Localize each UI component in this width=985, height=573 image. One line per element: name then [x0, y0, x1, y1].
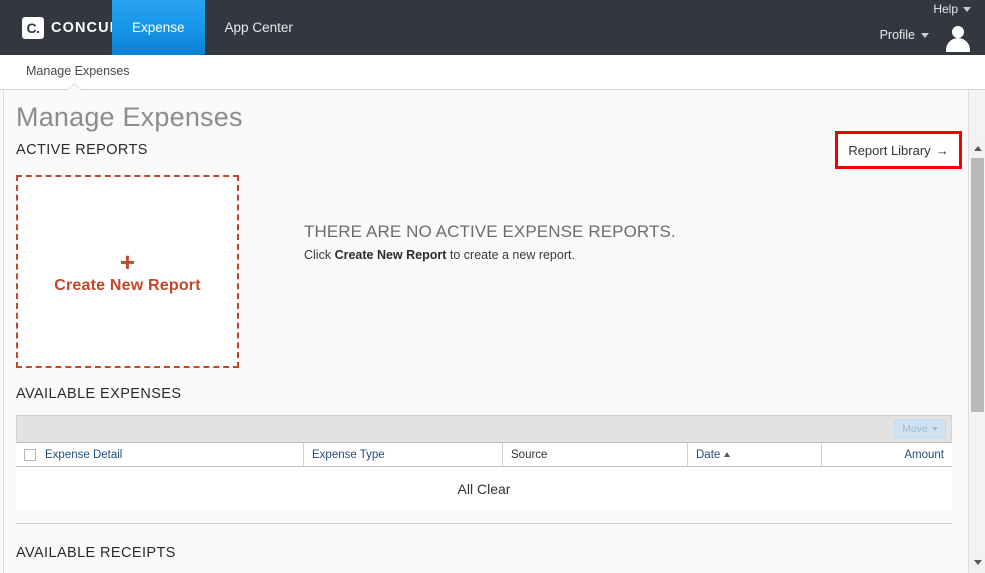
empty-state-headline: THERE ARE NO ACTIVE EXPENSE REPORTS.	[304, 222, 676, 241]
sub-navigation-bar: Manage Expenses	[0, 55, 985, 90]
arrow-right-icon: →	[935, 142, 949, 158]
select-all-checkbox[interactable]	[24, 448, 36, 461]
section-divider	[16, 523, 952, 524]
column-header-expense-detail-label: Expense Detail	[45, 448, 123, 461]
expenses-grid-header: Expense Detail Expense Type Source Date …	[16, 442, 952, 467]
nav-tab-app-center-label: App Center	[224, 20, 293, 35]
help-menu[interactable]: Help	[933, 2, 971, 16]
profile-menu-label: Profile	[879, 28, 915, 42]
empty-state-subtext: Click Create New Report to create a new …	[304, 248, 575, 262]
main-content-area: Manage Expenses ACTIVE REPORTS Report Li…	[3, 90, 985, 573]
move-button-label: Move	[902, 422, 928, 435]
column-header-expense-detail[interactable]: Expense Detail	[16, 443, 304, 466]
scroll-up-icon[interactable]	[970, 140, 985, 156]
subnav-item-manage-expenses-label: Manage Expenses	[26, 64, 130, 78]
concur-logo-mark-icon: C.	[22, 17, 44, 39]
column-header-amount-label: Amount	[904, 448, 944, 461]
move-button[interactable]: Move	[894, 419, 946, 438]
empty-state-sub-prefix: Click	[304, 248, 335, 262]
concur-logo[interactable]: C. CONCUR	[22, 17, 121, 39]
report-library-label: Report Library	[848, 142, 931, 158]
nav-tab-expense-label: Expense	[132, 20, 185, 35]
empty-state-sub-bold: Create New Report	[334, 248, 447, 262]
report-library-button[interactable]: Report Library →	[838, 134, 959, 166]
section-label-available-receipts: AVAILABLE RECEIPTS	[16, 545, 176, 561]
expenses-grid-toolbar: Move	[16, 415, 952, 442]
create-new-report-tile[interactable]: + Create New Report	[16, 175, 239, 368]
page-title: Manage Expenses	[16, 102, 243, 132]
subnav-pointer-icon	[66, 84, 82, 91]
chevron-down-icon	[963, 6, 971, 12]
chevron-down-icon	[921, 32, 929, 38]
section-label-active-reports: ACTIVE REPORTS	[16, 142, 148, 158]
profile-menu[interactable]: Profile	[880, 28, 929, 42]
column-header-source[interactable]: Source	[503, 443, 688, 466]
section-label-available-expenses: AVAILABLE EXPENSES	[16, 386, 182, 402]
concur-expense-app: C. CONCUR Expense App Center Help Profil…	[0, 0, 985, 573]
page-scrollbar[interactable]	[968, 90, 985, 573]
primary-nav-tabs: Expense App Center	[112, 0, 313, 55]
create-new-report-label: Create New Report	[54, 276, 201, 294]
top-navigation-bar: C. CONCUR Expense App Center Help Profil…	[0, 0, 985, 55]
help-menu-label: Help	[933, 2, 958, 16]
nav-tab-expense[interactable]: Expense	[112, 0, 205, 55]
nav-tab-app-center[interactable]: App Center	[205, 0, 313, 55]
scroll-down-icon[interactable]	[970, 554, 985, 570]
grid-empty-message: All Clear	[457, 480, 511, 497]
plus-icon: +	[119, 246, 136, 277]
column-header-expense-type[interactable]: Expense Type	[304, 443, 503, 466]
column-header-source-label: Source	[511, 448, 548, 461]
column-header-date[interactable]: Date	[688, 443, 822, 466]
user-avatar-icon[interactable]	[943, 26, 973, 52]
column-header-date-label: Date	[696, 448, 721, 461]
chevron-down-icon	[931, 426, 938, 431]
subnav-item-manage-expenses[interactable]: Manage Expenses	[26, 64, 130, 78]
sort-ascending-icon	[724, 452, 731, 457]
empty-state-sub-suffix: to create a new report.	[446, 248, 575, 262]
column-header-amount[interactable]: Amount	[822, 443, 952, 466]
expenses-grid-body: All Clear	[16, 467, 952, 510]
report-library-highlight-box: Report Library →	[835, 131, 962, 169]
column-header-expense-type-label: Expense Type	[312, 448, 385, 461]
concur-logo-text: CONCUR	[51, 20, 122, 36]
scrollbar-thumb[interactable]	[971, 158, 984, 412]
